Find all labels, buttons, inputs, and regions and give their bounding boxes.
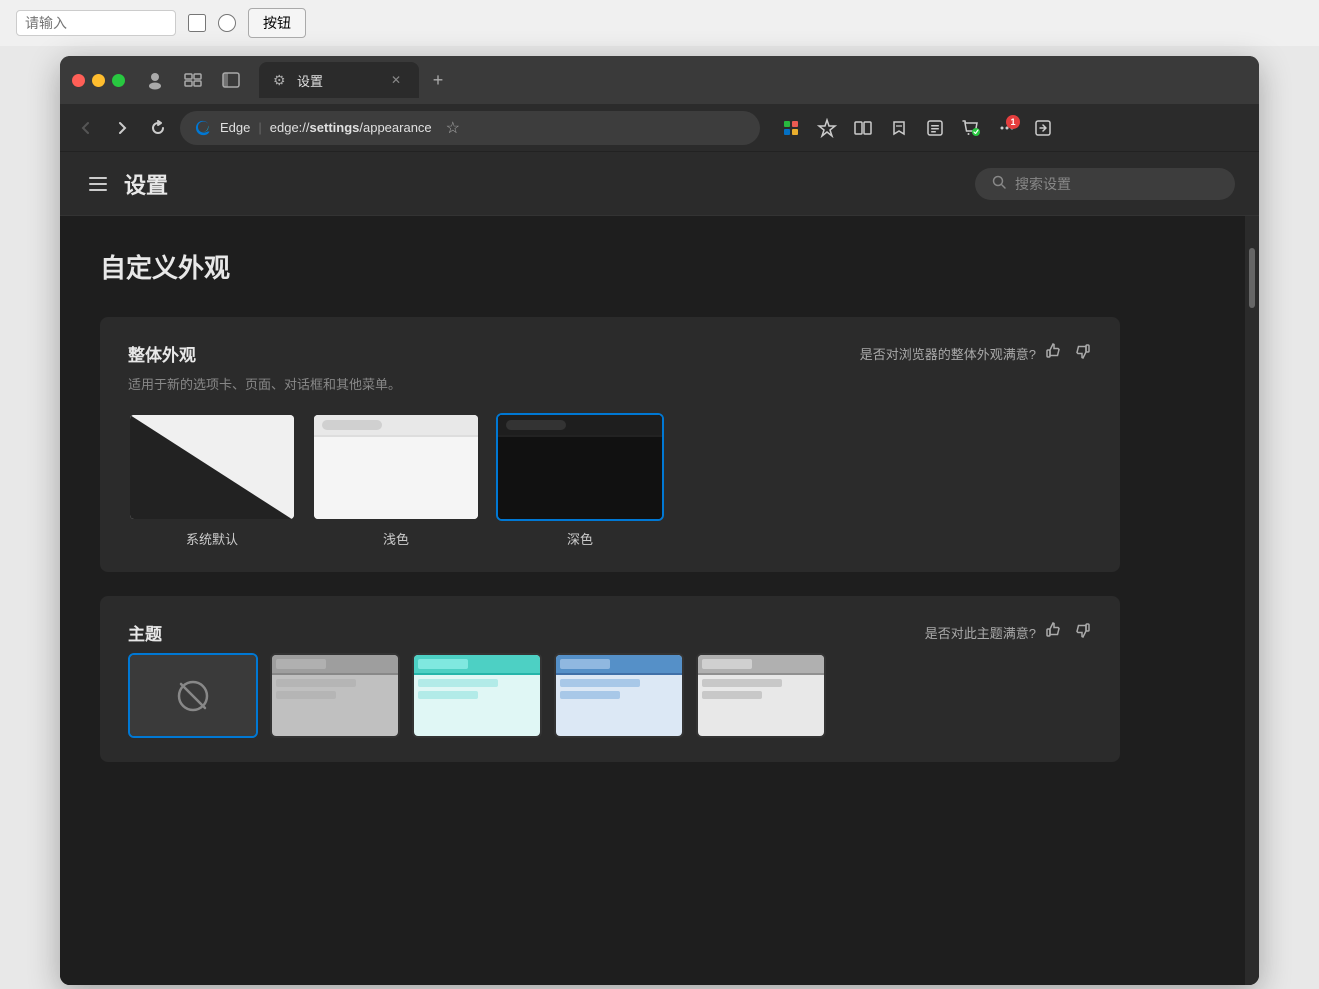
bookmark-icon[interactable]: ☆	[446, 118, 460, 138]
appearance-feedback-label: 是否对浏览器的整体外观满意?	[860, 344, 1036, 363]
theme-thumb-gray[interactable]	[270, 653, 400, 738]
appearance-section-title: 整体外观	[128, 341, 196, 366]
theme-option-system[interactable]: 系统默认	[128, 413, 296, 548]
theme-thumb-none[interactable]	[128, 653, 258, 738]
theme-thumb-blue[interactable]	[554, 653, 684, 738]
title-bar-icons	[141, 66, 245, 94]
settings-header-left: 设置	[84, 168, 168, 200]
collections-icon[interactable]	[776, 113, 806, 143]
scrollbar-thumb[interactable]	[1249, 248, 1255, 308]
theme-options: 系统默认	[128, 413, 1092, 548]
browser-content: 设置 搜索设置 自定义外观	[60, 152, 1259, 985]
appearance-section-subtitle: 适用于新的选项卡、页面、对话框和其他菜单。	[128, 374, 1092, 393]
open-in-new-icon[interactable]	[1028, 113, 1058, 143]
theme-feedback-label: 是否对此主题满意?	[925, 623, 1036, 642]
browser-window: ⚙ 设置 ✕ +	[60, 56, 1259, 985]
page-title: 自定义外观	[100, 248, 1120, 285]
toolbar-right: 1	[776, 113, 1058, 143]
tab-bar: ⚙ 设置 ✕ +	[259, 62, 1247, 98]
title-bar: ⚙ 设置 ✕ +	[60, 56, 1259, 104]
settings-main: 自定义外观 整体外观 是否对浏览器的整体外观满意?	[60, 216, 1245, 985]
traffic-lights	[72, 74, 125, 87]
forward-button[interactable]	[108, 114, 136, 142]
profile-icon[interactable]	[141, 66, 169, 94]
address-input[interactable]: Edge | edge://settings/appearance ☆	[180, 111, 760, 145]
traffic-light-green[interactable]	[112, 74, 125, 87]
scrollbar-area	[1245, 216, 1259, 985]
tab-close-button[interactable]: ✕	[387, 71, 405, 89]
tab-settings[interactable]: ⚙ 设置 ✕	[259, 62, 419, 98]
settings-content: 自定义外观 整体外观 是否对浏览器的整体外观满意?	[60, 216, 1160, 818]
theme-thumbs-down-icon[interactable]	[1072, 620, 1092, 645]
theme-preview-light	[312, 413, 480, 521]
browser-essentials-icon[interactable]	[812, 113, 842, 143]
tabs-collection-icon[interactable]	[179, 66, 207, 94]
theme-preview-dark	[496, 413, 664, 521]
settings-header-title: 设置	[124, 168, 168, 200]
appearance-section: 整体外观 是否对浏览器的整体外观满意?	[100, 317, 1120, 572]
favorites-icon[interactable]	[884, 113, 914, 143]
theme-section-title: 主题	[128, 620, 162, 645]
refresh-button[interactable]	[144, 114, 172, 142]
edge-logo-icon	[194, 119, 212, 137]
address-bar: Edge | edge://settings/appearance ☆	[60, 104, 1259, 152]
traffic-light-yellow[interactable]	[92, 74, 105, 87]
address-brand: Edge	[220, 120, 250, 135]
theme-label-light: 浅色	[383, 529, 409, 548]
thumbs-up-icon[interactable]	[1044, 341, 1064, 366]
appearance-section-header: 整体外观 是否对浏览器的整体外观满意?	[128, 341, 1092, 366]
native-radio[interactable]	[218, 14, 236, 32]
search-placeholder-text: 搜索设置	[1015, 174, 1071, 194]
theme-section: 主题 是否对此主题满意?	[100, 596, 1120, 762]
split-screen-icon[interactable]	[848, 113, 878, 143]
thumbs-down-icon[interactable]	[1072, 341, 1092, 366]
theme-preview-system	[128, 413, 296, 521]
address-url: edge://settings/appearance	[270, 120, 432, 135]
notification-badge: 1	[1006, 115, 1020, 129]
theme-feedback: 是否对此主题满意?	[925, 620, 1092, 645]
history-icon[interactable]	[920, 113, 950, 143]
theme-thumbs-up-icon[interactable]	[1044, 620, 1064, 645]
appearance-feedback: 是否对浏览器的整体外观满意?	[860, 341, 1092, 366]
hamburger-menu[interactable]	[84, 170, 112, 198]
search-icon	[991, 174, 1007, 194]
settings-tab-icon: ⚙	[273, 72, 289, 88]
content-wrapper: 自定义外观 整体外观 是否对浏览器的整体外观满意?	[60, 216, 1259, 985]
settings-header: 设置 搜索设置	[60, 152, 1259, 216]
theme-label-dark: 深色	[567, 529, 593, 548]
theme-label-system: 系统默认	[186, 529, 238, 548]
traffic-light-red[interactable]	[72, 74, 85, 87]
theme-option-light[interactable]: 浅色	[312, 413, 480, 548]
sidebar-toggle-icon[interactable]	[217, 66, 245, 94]
new-tab-button[interactable]: +	[423, 65, 453, 95]
tab-title: 设置	[297, 71, 379, 90]
native-top-bar: 按钮	[0, 0, 1319, 46]
theme-thumb-gray2[interactable]	[696, 653, 826, 738]
back-button[interactable]	[72, 114, 100, 142]
native-checkbox[interactable]	[188, 14, 206, 32]
theme-thumb-teal[interactable]	[412, 653, 542, 738]
theme-thumbnails	[128, 653, 1092, 738]
more-tools-icon[interactable]: 1	[992, 113, 1022, 143]
settings-search-box[interactable]: 搜索设置	[975, 168, 1235, 200]
theme-option-dark[interactable]: 深色	[496, 413, 664, 548]
shopping-icon[interactable]	[956, 113, 986, 143]
theme-section-header: 主题 是否对此主题满意?	[128, 620, 1092, 645]
native-text-input[interactable]	[16, 10, 176, 36]
native-button[interactable]: 按钮	[248, 8, 306, 38]
